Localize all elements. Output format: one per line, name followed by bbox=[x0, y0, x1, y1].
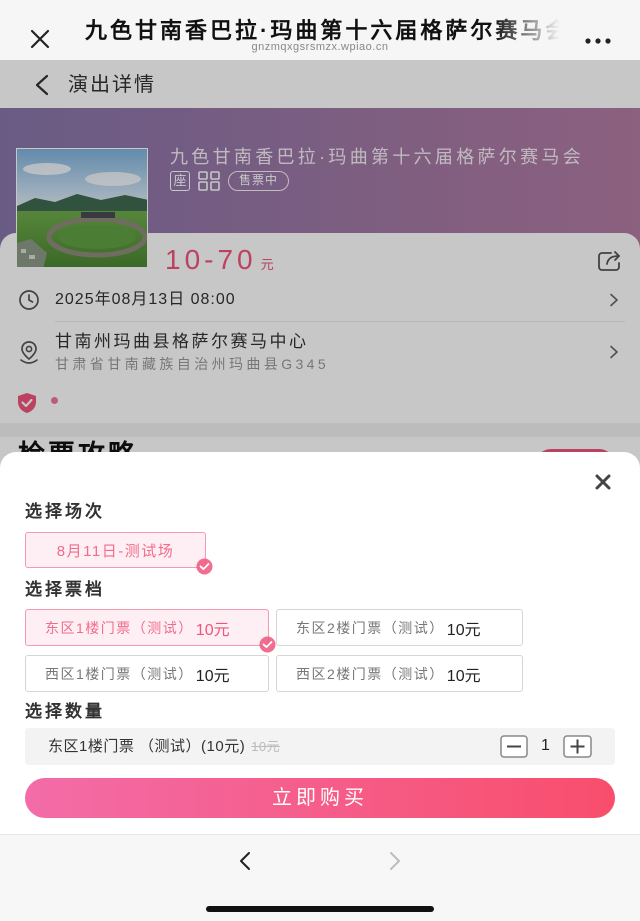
check-badge-icon bbox=[196, 558, 213, 575]
sheet-close-graphic bbox=[595, 474, 611, 490]
quantity-count: 1 bbox=[541, 737, 550, 754]
ticket-selection-sheet: 选择场次 8月11日-测试场 选择票档 东区1楼门票（测试） 10元 东区2楼门… bbox=[0, 452, 640, 834]
nav-back-graphic bbox=[240, 852, 250, 870]
session-option-label: 8月11日-测试场 bbox=[56, 542, 175, 560]
browser-bottom-nav bbox=[0, 834, 640, 921]
chevron-right-icon[interactable] bbox=[387, 851, 403, 871]
quantity-item: 东区1楼门票 （测试）(10元) 10元 bbox=[48, 737, 280, 756]
tier-name: 西区1楼门票（测试） bbox=[45, 665, 194, 682]
tier-price: 10元 bbox=[446, 621, 481, 639]
chevron-left-icon[interactable] bbox=[237, 851, 253, 871]
tier-option[interactable]: 西区2楼门票（测试） 10元 bbox=[276, 655, 523, 692]
more-icon-graphic bbox=[585, 38, 611, 44]
tier-name: 东区2楼门票（测试） bbox=[296, 619, 445, 636]
minus-button-graphic bbox=[500, 735, 528, 758]
tier-name: 西区2楼门票（测试） bbox=[296, 665, 445, 682]
buy-now-button[interactable]: 立即购买 bbox=[25, 778, 615, 818]
browser-url: gnzmqxgsrsmzx.wpiao.cn bbox=[251, 41, 389, 53]
plus-button-graphic bbox=[563, 735, 592, 758]
session-heading: 选择场次 bbox=[25, 502, 105, 521]
tier-price: 10元 bbox=[195, 621, 230, 639]
event-detail-page: 演出详情 九色甘南香巴拉·玛曲第十六届格萨尔赛马会 座 售票中 10-70 元 … bbox=[0, 60, 640, 834]
more-icon[interactable] bbox=[584, 33, 612, 44]
session-option[interactable]: 8月11日-测试场 bbox=[25, 532, 213, 575]
check-badge-icon bbox=[259, 636, 276, 653]
quantity-heading: 选择数量 bbox=[25, 702, 105, 721]
tier-name: 东区1楼门票（测试） bbox=[45, 619, 194, 636]
nav-forward-graphic bbox=[390, 852, 400, 870]
tier-option[interactable]: 东区1楼门票（测试） 10元 bbox=[25, 609, 276, 653]
screen: 九色甘南香巴拉·玛曲第十六届格萨尔赛马会 gnzmqxgsrsmzx.wpiao… bbox=[0, 0, 640, 921]
tier-heading: 选择票档 bbox=[25, 580, 105, 599]
tier-price: 10元 bbox=[195, 667, 230, 685]
tier-option[interactable]: 东区2楼门票（测试） 10元 bbox=[276, 609, 523, 646]
plus-icon[interactable] bbox=[563, 735, 592, 758]
tier-option[interactable]: 西区1楼门票（测试） 10元 bbox=[25, 655, 269, 692]
minus-icon[interactable] bbox=[500, 735, 528, 758]
quantity-item-label: 东区1楼门票 （测试）(10元) bbox=[48, 738, 246, 755]
tier-price: 10元 bbox=[446, 667, 481, 685]
quantity-row: 东区1楼门票 （测试）(10元) 10元 1 bbox=[25, 728, 615, 765]
home-indicator bbox=[206, 906, 434, 912]
original-price: 10元 bbox=[251, 739, 281, 754]
browser-top-bar: 九色甘南香巴拉·玛曲第十六届格萨尔赛马会 gnzmqxgsrsmzx.wpiao… bbox=[0, 0, 640, 60]
close-icon[interactable] bbox=[594, 473, 612, 491]
